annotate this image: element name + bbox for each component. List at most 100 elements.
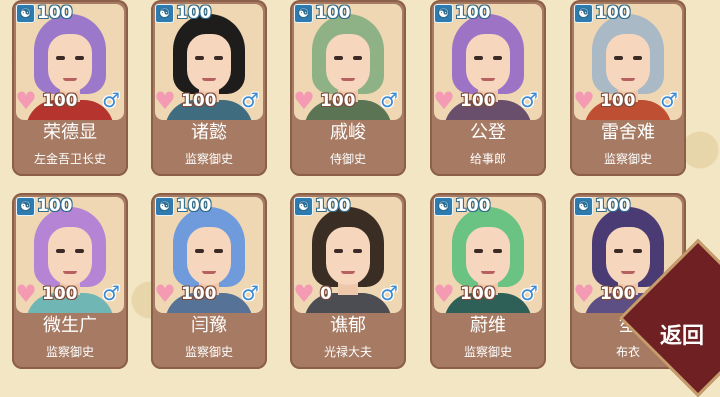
stat-value: 100 — [176, 196, 212, 216]
character-name: 蔚维 — [470, 315, 506, 336]
stat-badge: ☯ 100 — [574, 3, 631, 23]
person-icon: ☯ — [155, 3, 174, 23]
person-icon: ☯ — [294, 3, 313, 23]
character-title: 监察御史 — [184, 345, 233, 359]
portrait-face — [326, 34, 370, 92]
portrait-mouth — [202, 78, 216, 81]
portrait-eye-right — [633, 56, 642, 60]
favor-row: ♥ 100 ♂ — [14, 88, 126, 114]
character-card[interactable]: ☯ 100 ♥ 100 ♂ 戚峻 侍御史 — [290, 0, 406, 176]
character-title: 监察御史 — [184, 152, 233, 166]
stat-badge: ☯ 100 — [294, 3, 351, 23]
favor-row: ♥ 0 ♂ — [292, 281, 404, 307]
heart-icon: ♥ — [15, 280, 37, 308]
character-name: 诸懿 — [191, 122, 227, 143]
stat-value: 100 — [315, 3, 351, 23]
portrait-mouth — [621, 271, 635, 274]
stat-value: 100 — [595, 3, 631, 23]
heart-icon: ♥ — [293, 280, 315, 308]
favor-row: ♥ 100 ♂ — [432, 281, 544, 307]
character-card[interactable]: ☯ 100 ♥ 100 ♂ 雷舍难 监察御史 — [570, 0, 686, 176]
portrait-mouth — [341, 271, 355, 274]
character-name: 微生广 — [43, 315, 97, 336]
favor-value: 0 — [320, 284, 332, 304]
heart-icon: ♥ — [154, 280, 176, 308]
portrait-eye-right — [353, 56, 362, 60]
person-icon: ☯ — [16, 3, 35, 23]
portrait-eye-right — [214, 249, 223, 253]
favor-row: ♥ 100 ♂ — [292, 88, 404, 114]
character-card[interactable]: ☯ 100 ♥ 100 ♂ 公登 给事郎 — [430, 0, 546, 176]
character-card[interactable]: ☯ 100 ♥ 100 ♂ 微生广 监察御史 — [12, 193, 128, 369]
stat-value: 100 — [37, 3, 73, 23]
stat-value: 100 — [455, 3, 491, 23]
portrait-mouth — [63, 78, 77, 81]
character-card[interactable]: ☯ 100 ♥ 0 ♂ 谯郁 光禄大夫 — [290, 193, 406, 369]
favor-value: 100 — [42, 284, 78, 304]
back-button-label[interactable]: 返回 — [660, 318, 704, 350]
character-title: 监察御史 — [603, 152, 652, 166]
portrait-face — [466, 227, 510, 285]
male-icon: ♂ — [241, 281, 259, 305]
favor-row: ♥ 100 ♂ — [14, 281, 126, 307]
portrait-mouth — [481, 271, 495, 274]
character-name: 雷舍难 — [601, 122, 655, 143]
portrait-eye-left — [56, 56, 65, 60]
favor-value: 100 — [42, 91, 78, 111]
heart-icon: ♥ — [433, 87, 455, 115]
stat-badge: ☯ 100 — [294, 196, 351, 216]
male-icon: ♂ — [241, 88, 259, 112]
portrait-face — [187, 227, 231, 285]
stat-badge: ☯ 100 — [574, 196, 631, 216]
person-icon: ☯ — [434, 196, 453, 216]
stat-badge: ☯ 100 — [155, 3, 212, 23]
person-icon: ☯ — [434, 3, 453, 23]
character-name: 公登 — [470, 122, 506, 143]
stat-badge: ☯ 100 — [434, 3, 491, 23]
favor-value: 100 — [600, 91, 636, 111]
portrait-mouth — [621, 78, 635, 81]
male-icon: ♂ — [520, 281, 538, 305]
character-name: 荣德显 — [43, 122, 97, 143]
stat-value: 100 — [455, 196, 491, 216]
portrait-face — [326, 227, 370, 285]
portrait-eye-left — [474, 56, 483, 60]
male-icon: ♂ — [660, 88, 678, 112]
character-card[interactable]: ☯ 100 ♥ 100 ♂ 闫豫 监察御史 — [151, 193, 267, 369]
character-card[interactable]: ☯ 100 ♥ 100 ♂ 荣德显 左金吾卫长史 — [12, 0, 128, 176]
person-icon: ☯ — [574, 3, 593, 23]
portrait-eye-right — [493, 56, 502, 60]
person-icon: ☯ — [294, 196, 313, 216]
stat-badge: ☯ 100 — [434, 196, 491, 216]
character-title: 光禄大夫 — [323, 345, 372, 359]
portrait-eye-right — [633, 249, 642, 253]
character-title: 左金吾卫长史 — [33, 152, 106, 166]
character-name: 谯郁 — [330, 315, 366, 336]
character-card[interactable]: ☯ 100 ♥ 100 ♂ 蔚维 监察御史 — [430, 193, 546, 369]
heart-icon: ♥ — [573, 87, 595, 115]
portrait-eye-left — [56, 249, 65, 253]
portrait-mouth — [341, 78, 355, 81]
favor-row: ♥ 100 ♂ — [153, 88, 265, 114]
character-name: 闫豫 — [191, 315, 227, 336]
portrait-eye-right — [75, 56, 84, 60]
character-title: 监察御史 — [45, 345, 94, 359]
character-card[interactable]: ☯ 100 ♥ 100 ♂ 诸懿 监察御史 — [151, 0, 267, 176]
portrait-eye-right — [214, 56, 223, 60]
heart-icon: ♥ — [433, 280, 455, 308]
portrait-eye-right — [493, 249, 502, 253]
favor-row: ♥ 100 ♂ — [153, 281, 265, 307]
heart-icon: ♥ — [15, 87, 37, 115]
person-icon: ☯ — [16, 196, 35, 216]
stat-badge: ☯ 100 — [155, 196, 212, 216]
stat-value: 100 — [595, 196, 631, 216]
heart-icon: ♥ — [154, 87, 176, 115]
favor-value: 100 — [460, 284, 496, 304]
person-icon: ☯ — [574, 196, 593, 216]
portrait-face — [606, 34, 650, 92]
heart-icon: ♥ — [293, 87, 315, 115]
portrait-eye-right — [75, 249, 84, 253]
male-icon: ♂ — [380, 88, 398, 112]
portrait-mouth — [63, 271, 77, 274]
stat-value: 100 — [315, 196, 351, 216]
